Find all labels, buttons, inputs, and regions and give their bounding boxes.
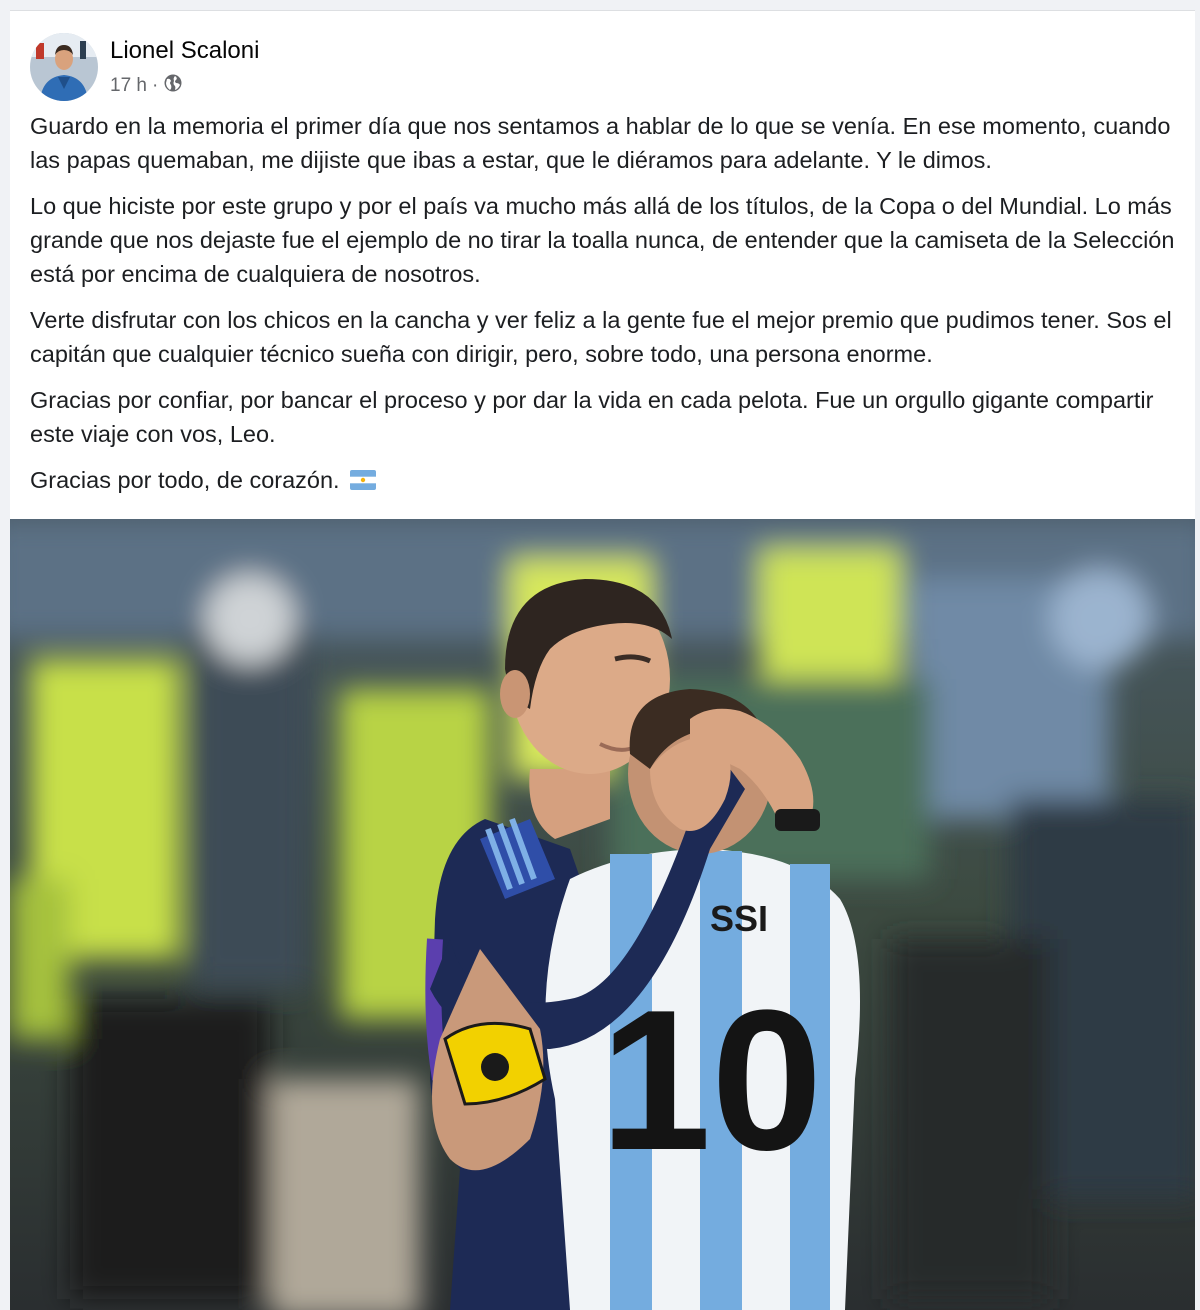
author-avatar[interactable]: [30, 33, 98, 101]
post-text: Guardo en la memoria el primer día que n…: [30, 109, 1180, 511]
post-last-paragraph: Gracias por todo, de corazón.: [30, 463, 1180, 499]
author-name[interactable]: Lionel Scaloni: [110, 37, 259, 65]
meta-separator: ·: [151, 75, 159, 96]
post-paragraph: Verte disfrutar con los chicos en la can…: [30, 307, 1172, 367]
jersey-number: 10: [600, 969, 822, 1192]
post-header: Lionel Scaloni 17 h ·: [30, 33, 630, 101]
facebook-post: Lionel Scaloni 17 h · Guardo en la memor…: [10, 10, 1195, 1310]
argentina-flag-icon: [350, 465, 377, 499]
post-paragraph: Gracias por todo, de corazón.: [30, 467, 340, 493]
post-photo[interactable]: SSI 10: [10, 519, 1195, 1310]
post-timestamp[interactable]: 17 h: [110, 75, 147, 97]
post-paragraph: Gracias por confiar, por bancar el proce…: [30, 387, 1154, 447]
post-paragraph: Guardo en la memoria el primer día que n…: [30, 113, 1171, 173]
jersey-name: SSI: [710, 898, 768, 939]
post-meta: 17 h ·: [110, 73, 183, 99]
post-paragraph: Lo que hiciste por este grupo y por el p…: [30, 193, 1175, 287]
globe-icon[interactable]: [163, 73, 183, 99]
